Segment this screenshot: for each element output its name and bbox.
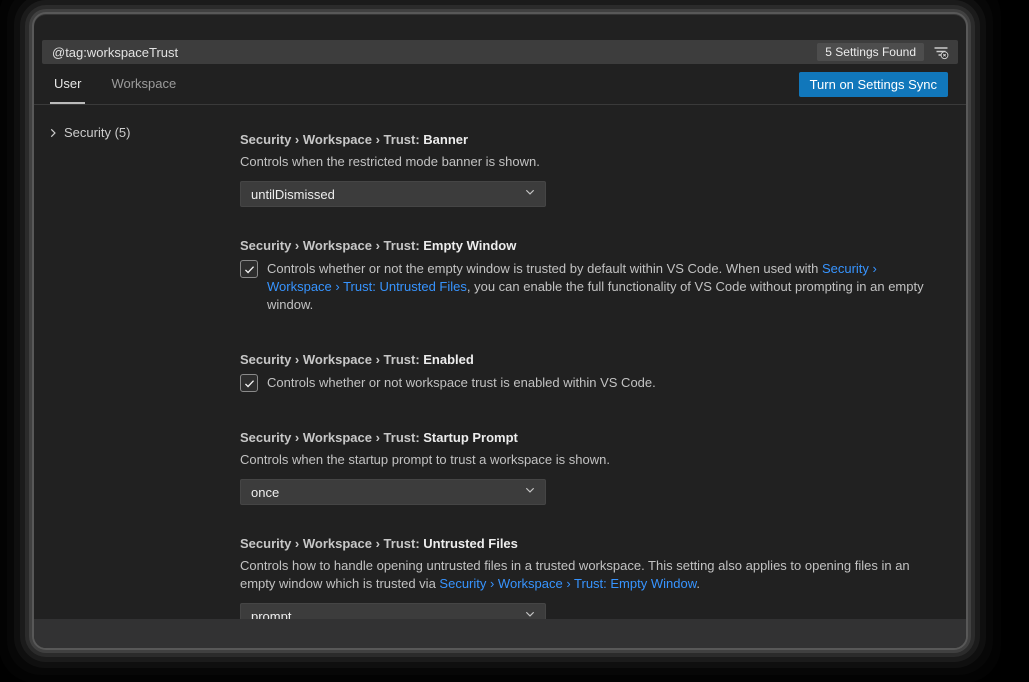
setting-description: Controls whether or not workspace trust … [267, 374, 656, 392]
setting-name: Enabled [423, 352, 474, 367]
setting-checkbox-row: Controls whether or not the empty window… [240, 260, 936, 314]
setting-row: Security › Workspace › Trust: Startup Pr… [240, 430, 936, 505]
setting-description-text: Controls when the restricted mode banner… [240, 154, 540, 169]
tab-workspace[interactable]: Workspace [107, 64, 180, 104]
settings-search-row: @tag:workspaceTrust 5 Settings Found [34, 14, 966, 64]
setting-title: Security › Workspace › Trust: Startup Pr… [240, 430, 936, 446]
setting-title: Security › Workspace › Trust: Banner [240, 132, 936, 148]
chevron-down-icon [523, 185, 537, 204]
settings-search-input[interactable]: @tag:workspaceTrust 5 Settings Found [42, 40, 958, 64]
window-footer-band [34, 619, 966, 648]
settings-count-badge: 5 Settings Found [817, 43, 924, 61]
setting-name: Banner [423, 132, 468, 147]
tab-user[interactable]: User [50, 64, 85, 104]
search-query-text: @tag:workspaceTrust [52, 45, 817, 60]
setting-description-text: Controls when the startup prompt to trus… [240, 452, 610, 467]
setting-category: Security › Workspace › Trust: [240, 132, 423, 147]
setting-row: Security › Workspace › Trust: Untrusted … [240, 536, 936, 629]
setting-category: Security › Workspace › Trust: [240, 238, 423, 253]
setting-description: Controls how to handle opening untrusted… [240, 557, 936, 593]
settings-sync-button[interactable]: Turn on Settings Sync [799, 72, 948, 97]
settings-body: Security (5) Security › Workspace › Trus… [34, 105, 966, 648]
setting-checkbox[interactable] [240, 260, 258, 278]
vscode-settings-window: @tag:workspaceTrust 5 Settings Found Use… [34, 14, 966, 648]
setting-row: Security › Workspace › Trust: Enabled Con… [240, 352, 936, 392]
setting-description: Controls when the startup prompt to trus… [240, 451, 936, 469]
setting-checkbox[interactable] [240, 374, 258, 392]
settings-tab-bar: User Workspace Turn on Settings Sync [34, 64, 966, 105]
setting-title: Security › Workspace › Trust: Enabled [240, 352, 936, 368]
setting-description-text: . [696, 576, 700, 591]
setting-category: Security › Workspace › Trust: [240, 352, 423, 367]
settings-list: Security › Workspace › Trust: Banner Cont… [240, 105, 966, 648]
toc-item-label: Security (5) [64, 125, 130, 140]
setting-title: Security › Workspace › Trust: Untrusted … [240, 536, 936, 552]
setting-row: Security › Workspace › Trust: Empty Wind… [240, 238, 936, 314]
setting-row: Security › Workspace › Trust: Banner Cont… [240, 132, 936, 207]
toc-sidebar: Security (5) [34, 105, 240, 140]
setting-checkbox-row: Controls whether or not workspace trust … [240, 374, 936, 392]
setting-link[interactable]: Security › Workspace › Trust: Empty Wind… [439, 576, 696, 591]
setting-description-text: Controls whether or not workspace trust … [267, 375, 656, 390]
setting-name: Startup Prompt [423, 430, 518, 445]
setting-select[interactable]: once [240, 479, 546, 505]
tab-workspace-label: Workspace [111, 76, 176, 91]
setting-name: Empty Window [423, 238, 516, 253]
setting-description: Controls whether or not the empty window… [267, 260, 936, 314]
setting-name: Untrusted Files [423, 536, 518, 551]
setting-select[interactable]: untilDismissed [240, 181, 546, 207]
setting-select-value: untilDismissed [251, 187, 335, 202]
toc-item-security[interactable]: Security (5) [46, 125, 240, 140]
setting-category: Security › Workspace › Trust: [240, 430, 423, 445]
setting-title: Security › Workspace › Trust: Empty Wind… [240, 238, 936, 254]
tab-user-label: User [54, 76, 81, 91]
chevron-right-icon [46, 126, 60, 140]
setting-select-value: once [251, 485, 279, 500]
setting-description: Controls when the restricted mode banner… [240, 153, 936, 171]
filter-icon[interactable] [930, 42, 952, 62]
setting-description-text: Controls whether or not the empty window… [267, 261, 822, 276]
chevron-down-icon [523, 483, 537, 502]
setting-category: Security › Workspace › Trust: [240, 536, 423, 551]
